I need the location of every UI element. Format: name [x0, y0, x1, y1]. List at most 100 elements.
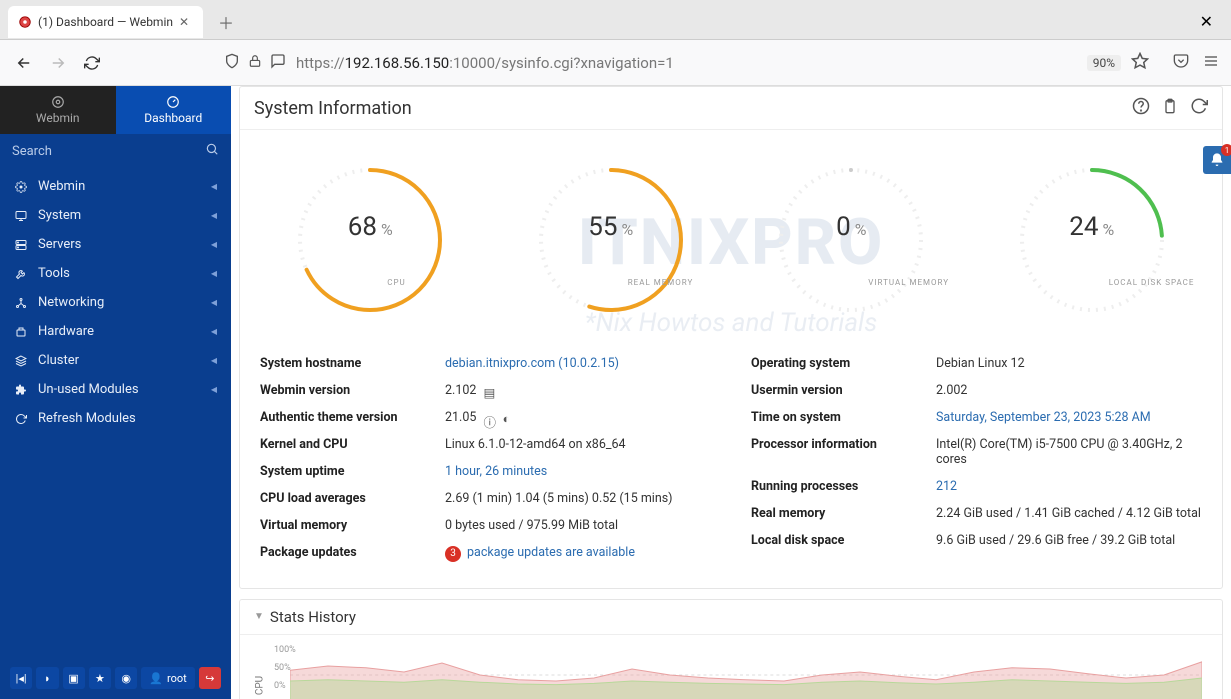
gauge-value: 68 %: [348, 212, 393, 242]
help-icon[interactable]: [1132, 97, 1150, 119]
info-icon[interactable]: ⓘ: [484, 412, 496, 424]
info-value: Linux 6.1.0-12-amd64 on x86_64: [445, 437, 711, 452]
menu-icon[interactable]: [1203, 53, 1219, 73]
info-label: System uptime: [260, 464, 445, 479]
new-tab-button[interactable]: ＋: [213, 9, 239, 35]
info-value: Saturday, September 23, 2023 5:28 AM: [936, 410, 1202, 425]
sidebar-tab-dashboard[interactable]: Dashboard: [116, 86, 232, 134]
night-mode-button[interactable]: ◗: [36, 667, 58, 689]
sidebar-tab-webmin[interactable]: Webmin: [0, 86, 116, 134]
wrench-icon: [14, 268, 28, 280]
info-label: Webmin version: [260, 383, 445, 398]
toggle-sidebar-button[interactable]: |◂|: [10, 667, 32, 689]
close-tab-icon[interactable]: ✕: [179, 15, 193, 29]
clipboard-icon[interactable]: [1162, 97, 1178, 119]
forward-button[interactable]: [46, 51, 70, 75]
info-row: Webmin version 2.102 ▤: [260, 377, 711, 404]
info-value: 3package updates are available: [445, 545, 711, 562]
shield-icon[interactable]: [224, 53, 240, 73]
refresh-icon[interactable]: [1190, 97, 1208, 119]
sidebar-item-servers[interactable]: Servers ◀: [0, 230, 231, 259]
back-button[interactable]: [12, 51, 36, 75]
info-row: Time on system Saturday, September 23, 2…: [751, 404, 1202, 431]
terminal-button[interactable]: ▣: [63, 667, 85, 689]
gauge-label: CPU: [387, 278, 405, 287]
bookmark-star-icon[interactable]: [1131, 52, 1149, 74]
webmin-favicon: [18, 15, 32, 29]
layers-icon: [14, 355, 28, 367]
chevron-left-icon: ◀: [211, 298, 217, 307]
info-value: 2.002: [936, 383, 1202, 398]
info-value: 9.6 GiB used / 29.6 GiB free / 39.2 GiB …: [936, 533, 1202, 548]
server-icon: [14, 239, 28, 251]
sidebar-item-tools[interactable]: Tools ◀: [0, 259, 231, 288]
info-row: Operating system Debian Linux 12: [751, 350, 1202, 377]
gauge-label: VIRTUAL MEMORY: [868, 278, 949, 287]
sidebar: Webmin Dashboard Webmin ◀ System ◀ Serve…: [0, 86, 231, 699]
chevron-left-icon: ◀: [211, 327, 217, 336]
url-bar[interactable]: https://192.168.56.150:10000/sysinfo.cgi…: [296, 54, 1077, 72]
hardware-icon: [14, 326, 28, 338]
favorites-button[interactable]: ★: [89, 667, 111, 689]
update-badge: 3: [445, 546, 461, 562]
browser-tab-strip: (1) Dashboard — Webmin ✕ ＋ ✕: [0, 0, 1231, 40]
browser-tab[interactable]: (1) Dashboard — Webmin ✕: [8, 6, 203, 38]
permissions-icon[interactable]: [270, 53, 286, 73]
info-value: 1 hour, 26 minutes: [445, 464, 711, 479]
info-value: 2.102 ▤: [445, 383, 711, 398]
main-content: System Information ITNIXPRO *Nix Howtos …: [231, 86, 1231, 699]
sidebar-item-label: Tools: [38, 266, 201, 281]
gauge-label: REAL MEMORY: [628, 278, 694, 287]
info-row: Processor information Intel(R) Core(TM) …: [751, 431, 1202, 473]
sidebar-item-label: Hardware: [38, 324, 201, 339]
sidebar-bottom-bar: |◂| ◗ ▣ ★ ◉ 👤 root ↪: [0, 657, 231, 699]
info-value: 21.05 ⓘ ◐: [445, 410, 711, 425]
info-label: Kernel and CPU: [260, 437, 445, 452]
chevron-left-icon: ◀: [211, 356, 217, 365]
logout-button[interactable]: ↪: [199, 667, 221, 689]
info-row: Local disk space 9.6 GiB used / 29.6 GiB…: [751, 527, 1202, 554]
info-value: debian.itnixpro.com (10.0.2.15): [445, 356, 711, 371]
stats-history-header[interactable]: ▼ Stats History: [240, 600, 1222, 635]
sidebar-item-cluster[interactable]: Cluster ◀: [0, 346, 231, 375]
changelog-icon[interactable]: ▤: [484, 385, 496, 397]
info-row: CPU load averages 2.69 (1 min) 1.04 (5 m…: [260, 485, 711, 512]
sidebar-item-networking[interactable]: Networking ◀: [0, 288, 231, 317]
sidebar-item-un-used-modules[interactable]: Un-used Modules ◀: [0, 375, 231, 404]
info-label: System hostname: [260, 356, 445, 371]
info-row: Authentic theme version 21.05 ⓘ ◐: [260, 404, 711, 431]
sidebar-item-label: Refresh Modules: [38, 411, 217, 426]
info-label: Authentic theme version: [260, 410, 445, 425]
sidebar-item-system[interactable]: System ◀: [0, 201, 231, 230]
info-row: Usermin version 2.002: [751, 377, 1202, 404]
tab-title: (1) Dashboard — Webmin: [38, 15, 173, 29]
reload-button[interactable]: [80, 51, 104, 75]
chevron-down-icon: ▼: [254, 611, 264, 622]
dashboard-icon: [166, 95, 180, 109]
sidebar-item-hardware[interactable]: Hardware ◀: [0, 317, 231, 346]
sidebar-item-label: Servers: [38, 237, 201, 252]
notification-bell[interactable]: 1: [1203, 146, 1231, 174]
pocket-icon[interactable]: [1173, 53, 1189, 73]
window-close-icon[interactable]: ✕: [1190, 12, 1223, 31]
language-button[interactable]: ◉: [115, 667, 137, 689]
sidebar-item-label: Un-used Modules: [38, 382, 201, 397]
info-label: Processor information: [751, 437, 936, 467]
zoom-indicator[interactable]: 90%: [1087, 55, 1121, 71]
info-label: Package updates: [260, 545, 445, 562]
info-label: Usermin version: [751, 383, 936, 398]
search-input[interactable]: [12, 144, 197, 159]
theme-icon[interactable]: ◐: [503, 412, 515, 424]
webmin-icon: [51, 95, 65, 109]
sidebar-item-label: System: [38, 208, 201, 223]
lock-icon[interactable]: [248, 53, 262, 73]
info-value: Intel(R) Core(TM) i5-7500 CPU @ 3.40GHz,…: [936, 437, 1202, 467]
browser-toolbar: https://192.168.56.150:10000/sysinfo.cgi…: [0, 40, 1231, 86]
user-button[interactable]: 👤 root: [141, 667, 194, 689]
info-row: Real memory 2.24 GiB used / 1.41 GiB cac…: [751, 500, 1202, 527]
search-icon[interactable]: [205, 142, 219, 160]
sidebar-item-refresh-modules[interactable]: Refresh Modules: [0, 404, 231, 433]
info-label: Time on system: [751, 410, 936, 425]
sidebar-item-webmin[interactable]: Webmin ◀: [0, 172, 231, 201]
gauge-value: 24 %: [1069, 212, 1114, 242]
